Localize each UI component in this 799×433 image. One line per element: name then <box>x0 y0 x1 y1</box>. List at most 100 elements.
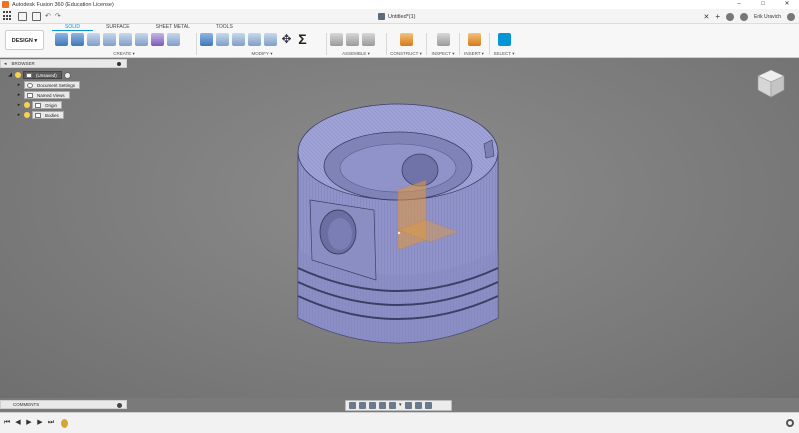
quick-access-bar: ↶ ↷ Untitled*(1) ✕ + Erik Uravich <box>0 9 799 24</box>
redo-icon[interactable]: ↷ <box>55 12 61 20</box>
form-icon[interactable] <box>151 33 164 46</box>
fusion-app-icon <box>2 1 9 8</box>
select-group-label[interactable]: SELECT ▾ <box>492 51 516 57</box>
measure-icon[interactable] <box>436 33 450 46</box>
tab-tools[interactable]: TOOLS <box>203 24 246 31</box>
tree-item-named-views[interactable]: ▸ Named Views <box>16 90 80 100</box>
new-component-icon[interactable] <box>330 33 343 46</box>
new-tab-icon[interactable]: + <box>715 12 720 21</box>
inspect-group: INSPECT ▾ <box>430 31 456 57</box>
tab-sheet-metal[interactable]: SHEET METAL <box>143 24 203 31</box>
minimize-button[interactable]: – <box>727 0 751 9</box>
file-menu-icon[interactable] <box>18 11 27 21</box>
pattern-icon[interactable] <box>135 33 148 46</box>
shell-icon[interactable] <box>248 33 261 46</box>
fit-icon[interactable] <box>389 402 396 409</box>
viewports-icon[interactable] <box>425 402 432 409</box>
component-icon <box>26 72 32 78</box>
data-panel-grid-icon[interactable] <box>3 11 13 21</box>
job-status-icon[interactable] <box>740 12 749 21</box>
insert-group-label[interactable]: INSERT ▾ <box>462 51 486 57</box>
expand-triangle-icon[interactable]: ▸ <box>16 92 22 98</box>
joint-icon[interactable] <box>346 33 359 46</box>
extrude-icon[interactable] <box>71 33 84 46</box>
create-sketch-icon[interactable] <box>55 33 68 46</box>
undo-icon[interactable]: ↶ <box>45 12 51 20</box>
step-forward-icon[interactable]: ▶ <box>36 419 44 427</box>
document-tab[interactable]: Untitled*(1) <box>378 11 416 22</box>
pin-icon[interactable] <box>117 62 121 66</box>
inspect-group-label[interactable]: INSPECT ▾ <box>430 51 456 57</box>
tree-item-document-settings[interactable]: ▸ Document Settings <box>16 80 81 90</box>
visibility-bulb-icon[interactable] <box>24 112 30 118</box>
collapse-triangle-icon[interactable]: ◢ <box>7 72 13 78</box>
help-icon[interactable] <box>787 12 795 21</box>
piston-3d-model[interactable] <box>288 100 508 360</box>
collapse-triangle-icon[interactable]: ◂ <box>4 61 7 67</box>
close-button[interactable]: ✕ <box>775 0 799 9</box>
user-account[interactable]: Erik Uravich <box>754 14 781 20</box>
look-at-icon[interactable] <box>359 402 366 409</box>
ribbon-toolbar: SOLID SURFACE SHEET METAL TOOLS DESIGN ▾… <box>0 24 799 58</box>
tab-surface[interactable]: SURFACE <box>93 24 143 31</box>
display-settings-icon[interactable] <box>405 402 412 409</box>
viewcube[interactable] <box>754 67 788 101</box>
tree-root[interactable]: ◢ (Unsaved) <box>7 70 80 80</box>
workspace-switcher-button[interactable]: DESIGN ▾ <box>5 30 44 50</box>
expand-triangle-icon[interactable]: ▸ <box>16 112 22 118</box>
browser-tree: ◢ (Unsaved) ▸ Document Settings ▸ Named … <box>7 70 81 120</box>
chamfer-icon[interactable] <box>232 33 245 46</box>
combine-icon[interactable] <box>264 33 277 46</box>
revolve-icon[interactable] <box>87 33 100 46</box>
tab-solid[interactable]: SOLID <box>52 24 94 31</box>
hole-icon[interactable] <box>103 33 116 46</box>
extensions-icon[interactable] <box>726 12 735 21</box>
chevron-down-icon[interactable]: ▾ <box>399 402 402 409</box>
divider <box>426 33 427 55</box>
play-icon[interactable]: ▶ <box>25 419 33 427</box>
visibility-bulb-icon[interactable] <box>15 72 21 78</box>
as-built-joint-icon[interactable] <box>362 33 375 46</box>
save-icon[interactable] <box>32 11 41 21</box>
comments-panel-header[interactable]: COMMENTS <box>0 400 127 409</box>
activate-radio-icon[interactable] <box>63 71 71 79</box>
gear-icon[interactable] <box>786 419 794 427</box>
folder-icon <box>35 112 41 118</box>
create-group-label[interactable]: CREATE ▾ <box>55 51 193 57</box>
timeline-mesh-feature-icon[interactable] <box>61 418 68 428</box>
grid-settings-icon[interactable] <box>415 402 422 409</box>
browser-panel-header[interactable]: ◂ BROWSER <box>0 59 127 68</box>
move-icon[interactable]: ✥ <box>280 33 293 46</box>
orbit-icon[interactable] <box>349 402 356 409</box>
mirror-icon[interactable] <box>167 33 180 46</box>
insert-group: INSERT ▾ <box>462 31 486 57</box>
step-back-icon[interactable]: ◀ <box>14 419 22 427</box>
divider <box>459 33 460 55</box>
press-pull-icon[interactable] <box>200 33 213 46</box>
ribbon-tabs: SOLID SURFACE SHEET METAL TOOLS <box>52 24 246 31</box>
box-icon[interactable] <box>119 33 132 46</box>
assemble-group-label[interactable]: ASSEMBLE ▾ <box>330 51 382 57</box>
title-bar: Autodesk Fusion 360 (Education License) … <box>0 0 799 9</box>
select-cursor-icon[interactable] <box>497 33 511 46</box>
tree-item-bodies[interactable]: ▸ Bodies <box>16 110 80 120</box>
modify-group: ✥ Σ MODIFY ▾ <box>200 31 324 57</box>
add-comment-icon[interactable] <box>117 403 122 408</box>
construct-group-label[interactable]: CONSTRUCT ▾ <box>390 51 422 57</box>
expand-triangle-icon[interactable]: ▸ <box>16 102 22 108</box>
go-to-end-icon[interactable]: ⏭ <box>47 419 55 427</box>
maximize-button[interactable]: □ <box>751 0 775 9</box>
modify-group-label[interactable]: MODIFY ▾ <box>200 51 324 57</box>
expand-triangle-icon[interactable]: ▸ <box>16 82 22 88</box>
go-to-start-icon[interactable]: ⏮ <box>3 419 11 427</box>
folder-icon <box>27 92 33 98</box>
insert-mesh-icon[interactable] <box>467 33 481 46</box>
pan-hand-icon[interactable] <box>369 402 376 409</box>
close-tab-icon[interactable]: ✕ <box>704 13 710 21</box>
fillet-icon[interactable] <box>216 33 229 46</box>
parameters-sigma-icon[interactable]: Σ <box>296 32 309 46</box>
offset-plane-icon[interactable] <box>399 33 413 46</box>
zoom-icon[interactable] <box>379 402 386 409</box>
tree-item-origin[interactable]: ▸ Origin <box>16 100 80 110</box>
visibility-bulb-icon[interactable] <box>24 102 30 108</box>
